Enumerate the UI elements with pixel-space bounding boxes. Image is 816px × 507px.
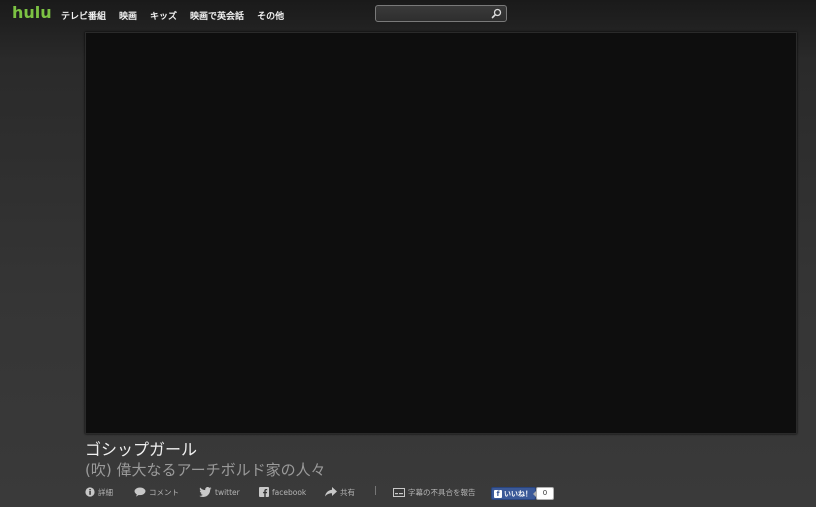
facebook-like-icon: f bbox=[494, 489, 502, 498]
hulu-logo[interactable]: hulu bbox=[12, 4, 52, 22]
action-separator: | bbox=[374, 486, 378, 496]
action-bar: 詳細 コメント twitter facebook 共有 | 字幕の不具合を報告 … bbox=[85, 485, 585, 500]
nav-item-kids[interactable]: キッズ bbox=[150, 9, 177, 22]
nav-item-english-movies[interactable]: 映画で英会話 bbox=[190, 9, 244, 22]
show-title: ゴシップガール bbox=[85, 440, 198, 459]
nav-item-other[interactable]: その他 bbox=[257, 9, 284, 22]
search-box bbox=[375, 5, 507, 22]
share-label: 共有 bbox=[340, 487, 355, 497]
report-label: 字幕の不具合を報告 bbox=[408, 487, 476, 497]
facebook-label: facebook bbox=[272, 487, 307, 497]
share-button[interactable]: 共有 bbox=[325, 485, 355, 499]
nav-item-tv[interactable]: テレビ番組 bbox=[61, 9, 106, 22]
facebook-like-button[interactable]: f いいね！ bbox=[491, 487, 536, 500]
search-icon[interactable] bbox=[491, 8, 502, 19]
facebook-button[interactable]: facebook bbox=[259, 485, 306, 499]
like-label: いいね！ bbox=[504, 489, 532, 498]
facebook-icon bbox=[259, 487, 269, 497]
nav-item-movies[interactable]: 映画 bbox=[119, 9, 137, 22]
details-button[interactable]: 詳細 bbox=[85, 485, 113, 499]
comment-button[interactable]: コメント bbox=[134, 485, 179, 499]
details-label: 詳細 bbox=[98, 487, 113, 497]
subtitle-icon bbox=[393, 487, 405, 497]
twitter-button[interactable]: twitter bbox=[199, 485, 240, 499]
twitter-label: twitter bbox=[215, 487, 240, 497]
comment-label: コメント bbox=[149, 487, 179, 497]
main-nav: テレビ番組 映画 キッズ 映画で英会話 その他 bbox=[61, 9, 297, 22]
comment-icon bbox=[134, 487, 146, 497]
episode-title: (吹) 偉大なるアーチボルド家の人々 bbox=[85, 461, 326, 479]
share-icon bbox=[325, 487, 337, 497]
twitter-icon bbox=[199, 487, 212, 497]
search-input[interactable] bbox=[379, 6, 489, 21]
video-player[interactable] bbox=[85, 32, 797, 434]
info-icon bbox=[85, 487, 95, 497]
like-count: 0 bbox=[533, 487, 554, 500]
top-navigation: hulu テレビ番組 映画 キッズ 映画で英会話 その他 bbox=[0, 0, 816, 30]
report-subtitle-button[interactable]: 字幕の不具合を報告 bbox=[393, 485, 476, 499]
